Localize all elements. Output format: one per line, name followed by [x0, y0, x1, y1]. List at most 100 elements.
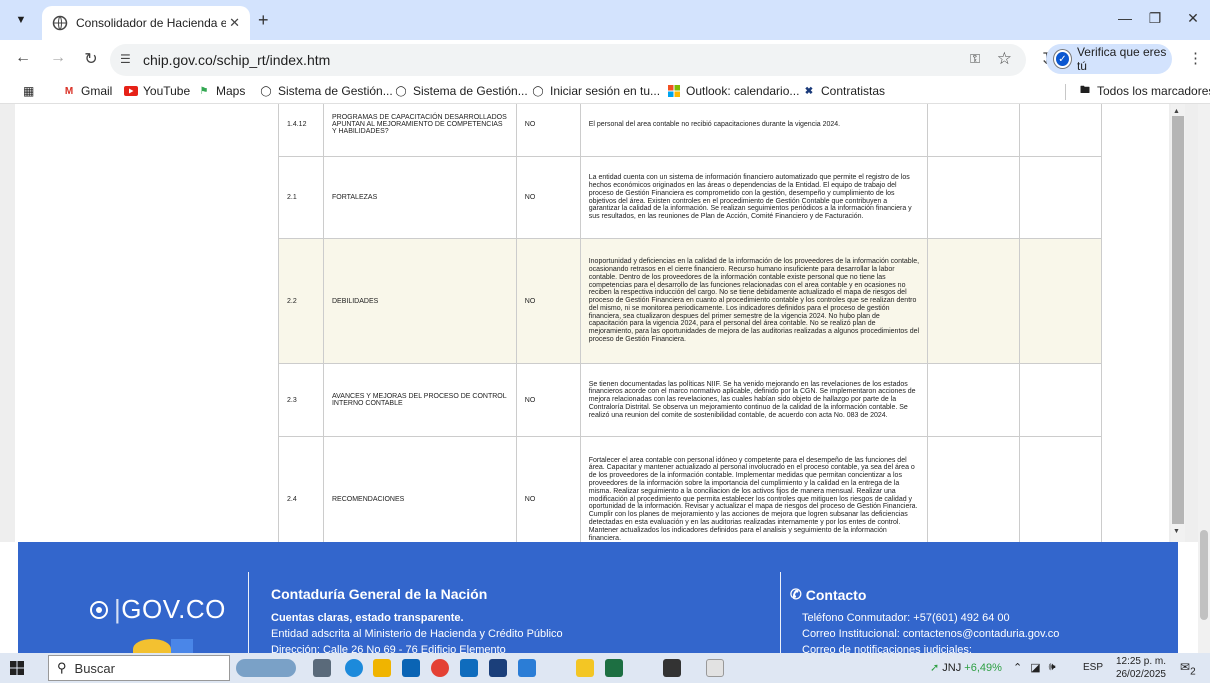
- globe-icon: [52, 15, 68, 31]
- bookmark-label: Iniciar sesión en tu...: [550, 84, 661, 98]
- bookmark-maps[interactable]: ⚑ Maps: [197, 84, 246, 98]
- logo-text: GOV.CO: [121, 594, 226, 624]
- app-icon[interactable]: [518, 659, 536, 677]
- row-empty-cell: [927, 104, 1021, 157]
- all-bookmarks-label: Todos los marcadores: [1097, 84, 1210, 98]
- site-settings-icon[interactable]: ☰: [120, 52, 131, 66]
- table-row: 2.1 FORTALEZAS NO La entidad cuenta con …: [278, 156, 1102, 239]
- app-icon[interactable]: [489, 659, 507, 677]
- folder-icon: 🖿: [1080, 84, 1090, 96]
- clock[interactable]: 12:25 p. m. 26/02/2025: [1112, 655, 1166, 681]
- address-bar[interactable]: ☰ chip.gov.co/schip_rt/index.htm ⚿ ☆: [110, 44, 1026, 76]
- contact-email[interactable]: Correo Institucional: contactenos@contad…: [802, 628, 1059, 640]
- search-highlight-icon[interactable]: [236, 659, 296, 677]
- all-bookmarks[interactable]: 🖿 Todos los marcadores: [1078, 84, 1210, 98]
- bookmark-label: Sistema de Gestión...: [413, 84, 528, 98]
- task-view-icon[interactable]: [313, 659, 331, 677]
- inner-scrollbar-thumb[interactable]: [1172, 116, 1184, 524]
- bookmarks-divider: [1065, 84, 1066, 100]
- apps-grid-icon[interactable]: ▦: [23, 84, 34, 98]
- bookmark-label: Maps: [216, 84, 246, 98]
- browser-tab[interactable]: Consolidador de Hacienda e Inf ✕: [42, 6, 250, 40]
- row-empty-cell: [1019, 156, 1102, 239]
- bookmark-sistema-2[interactable]: ◯ Sistema de Gestión...: [394, 84, 528, 98]
- contact-notifications: Correo de notificaciones judiciales:: [802, 644, 972, 653]
- footer-divider: [248, 572, 249, 653]
- network-icon[interactable]: ◪: [1030, 661, 1040, 674]
- stock-arrow-icon: ➚: [930, 662, 940, 674]
- table-row: 2.2 DEBILIDADES NO Inoportunidad y defic…: [278, 238, 1102, 364]
- file-explorer-icon[interactable]: [373, 659, 391, 677]
- row-name: DEBILIDADES: [322, 238, 517, 364]
- notifications-icon[interactable]: ✉2: [1180, 660, 1196, 677]
- edge-icon[interactable]: [345, 659, 363, 677]
- outlook-new-icon[interactable]: [460, 659, 478, 677]
- phone-icon: ✆: [790, 586, 802, 602]
- chevron-up-icon[interactable]: ⌃: [1013, 661, 1022, 674]
- row-description: El personal del area contable no recibió…: [579, 104, 929, 157]
- row-description: Inoportunidad y deficiencias en la calid…: [579, 238, 929, 364]
- bookmark-youtube[interactable]: YouTube: [124, 84, 190, 98]
- chrome-icon[interactable]: [431, 659, 449, 677]
- windows-start-icon[interactable]: [10, 661, 24, 675]
- language-indicator[interactable]: ESP: [1083, 662, 1103, 673]
- row-empty-cell: [1019, 238, 1102, 364]
- excel-icon[interactable]: [605, 659, 623, 677]
- url-text[interactable]: chip.gov.co/schip_rt/index.htm: [143, 52, 330, 68]
- row-code: 2.4: [278, 436, 324, 542]
- table-row: 2.3 AVANCES Y MEJORAS DEL PROCESO DE CON…: [278, 363, 1102, 437]
- terminal-icon[interactable]: [663, 659, 681, 677]
- volume-icon[interactable]: 🕪: [1049, 661, 1056, 674]
- row-empty-cell: [927, 363, 1021, 437]
- tab-title: Consolidador de Hacienda e Inf: [76, 16, 226, 30]
- row-value: NO: [515, 436, 581, 542]
- app-icon[interactable]: [706, 659, 724, 677]
- reload-icon[interactable]: ↻: [80, 49, 102, 69]
- close-icon[interactable]: ✕: [229, 15, 240, 31]
- row-code: 2.3: [278, 363, 324, 437]
- bookmark-label: YouTube: [143, 84, 191, 98]
- back-arrow-icon[interactable]: ←: [12, 49, 34, 67]
- bookmark-sistema-1[interactable]: ◯ Sistema de Gestión...: [259, 84, 393, 98]
- bookmark-label: Sistema de Gestión...: [278, 84, 393, 98]
- row-description: Fortalecer el area contable con personal…: [579, 436, 929, 542]
- star-icon[interactable]: ☆: [997, 49, 1012, 69]
- org-affiliation: Entidad adscrita al Ministerio de Hacien…: [271, 628, 563, 640]
- sticky-notes-icon[interactable]: [576, 659, 594, 677]
- org-address: Dirección: Calle 26 No 69 - 76 Edificio …: [271, 644, 506, 653]
- contratistas-icon: ✖: [804, 85, 814, 97]
- bookmark-iniciar-sesion[interactable]: ◯ Iniciar sesión en tu...: [531, 84, 660, 98]
- row-description: La entidad cuenta con un sistema de info…: [579, 156, 929, 239]
- footer-divider: [780, 572, 781, 653]
- forward-arrow-icon[interactable]: →: [47, 49, 69, 67]
- minimize-icon[interactable]: —: [1110, 10, 1140, 26]
- page-scrollbar-thumb[interactable]: [1200, 530, 1208, 620]
- notification-count: 2: [1190, 666, 1196, 678]
- tab-search-button[interactable]: ▼: [8, 9, 34, 31]
- row-code: 1.4.12: [278, 104, 324, 157]
- stock-widget[interactable]: ➚ JNJ +6,49%: [930, 661, 1002, 674]
- taskbar-search[interactable]: ⚲ Buscar: [48, 655, 230, 681]
- bookmark-contratistas[interactable]: ✖ Contratistas: [802, 84, 885, 98]
- restore-icon[interactable]: ❐: [1140, 10, 1170, 27]
- verify-identity-button[interactable]: ✓ Verifica que eres tú: [1046, 44, 1172, 74]
- key-icon[interactable]: ⚿: [970, 51, 980, 67]
- bookmark-gmail[interactable]: M Gmail: [62, 84, 113, 98]
- scroll-up-icon[interactable]: ▲: [1173, 108, 1180, 115]
- row-name: RECOMENDACIONES: [322, 436, 517, 542]
- outlook-icon[interactable]: [402, 659, 420, 677]
- govco-logo[interactable]: | GOV.CO: [88, 594, 226, 625]
- window-close-icon[interactable]: ✕: [1178, 10, 1208, 27]
- org-slogan: Cuentas claras, estado transparente.: [271, 612, 464, 624]
- scroll-down-icon[interactable]: ▼: [1173, 528, 1180, 535]
- verify-label: Verifica que eres tú: [1076, 45, 1167, 73]
- bookmark-outlook[interactable]: Outlook: calendario...: [667, 84, 799, 98]
- row-empty-cell: [927, 238, 1021, 364]
- new-tab-button[interactable]: +: [258, 10, 269, 31]
- footer-decoration: [171, 639, 193, 653]
- clock-date: 26/02/2025: [1115, 669, 1166, 680]
- row-empty-cell: [927, 436, 1021, 542]
- row-name: PROGRAMAS DE CAPACITACIÓN DESARROLLADOS …: [322, 104, 517, 157]
- clock-time: 12:25 p. m.: [1115, 656, 1166, 667]
- more-menu-icon[interactable]: ⋮: [1188, 49, 1203, 67]
